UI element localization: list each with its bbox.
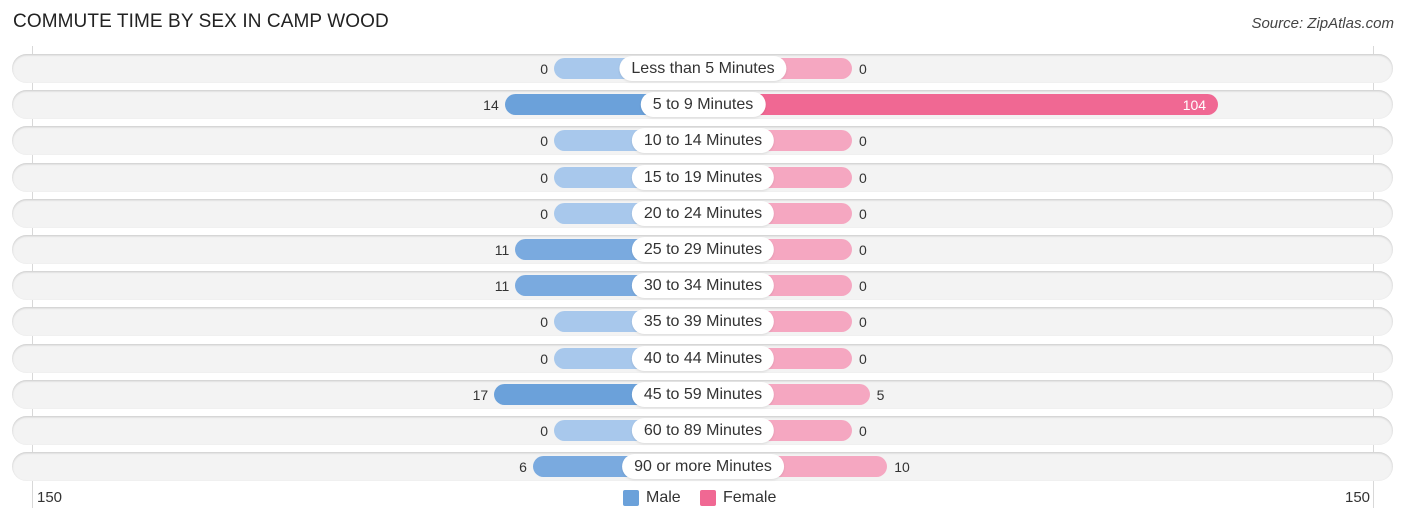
- category-label: Less than 5 Minutes: [619, 56, 787, 81]
- category-label: 20 to 24 Minutes: [631, 200, 775, 226]
- value-label-male: 0: [540, 169, 548, 186]
- category-label: 10 to 14 Minutes: [631, 128, 775, 154]
- value-label-male: 11: [494, 242, 510, 258]
- legend-label-female: Female: [723, 489, 777, 506]
- legend-male[interactable]: Male: [623, 489, 681, 507]
- category-label: 45 to 59 Minutes: [631, 381, 775, 407]
- axis-label-left: 150: [37, 489, 63, 506]
- category-label: 90 or more Minutes: [622, 454, 784, 480]
- value-label-female: 0: [859, 133, 867, 150]
- value-label-male: 0: [540, 423, 548, 439]
- value-label-female: 0: [859, 278, 867, 295]
- category-label: 25 to 29 Minutes: [631, 237, 775, 262]
- value-label-female: 10: [894, 459, 910, 476]
- legend-female[interactable]: Female: [700, 489, 776, 507]
- source-label: Source: ZipAtlas.com: [1251, 15, 1394, 32]
- category-label: 35 to 39 Minutes: [631, 309, 775, 335]
- bar-female[interactable]: [703, 94, 1219, 116]
- value-label-male: 6: [519, 459, 527, 476]
- value-label-male: 0: [540, 133, 548, 150]
- value-label-male: 11: [494, 278, 510, 295]
- value-label-female: 0: [859, 350, 867, 367]
- value-label-female: 0: [859, 423, 867, 439]
- value-label-female: 0: [859, 169, 867, 186]
- category-label: 15 to 19 Minutes: [631, 164, 775, 190]
- legend-swatch-female: [700, 490, 716, 506]
- category-label: 30 to 34 Minutes: [631, 273, 775, 299]
- chart-title: COMMUTE TIME BY SEX IN CAMP WOOD: [13, 11, 389, 32]
- category-label: 5 to 9 Minutes: [640, 92, 766, 118]
- legend-label-male: Male: [646, 489, 681, 506]
- value-label-male: 14: [483, 97, 499, 114]
- legend-swatch-male: [623, 490, 639, 506]
- value-label-female: 5: [876, 386, 885, 403]
- axis-label-right: 150: [1345, 489, 1371, 506]
- value-label-male: 0: [540, 314, 548, 331]
- category-label: 40 to 44 Minutes: [631, 345, 775, 371]
- value-label-male: 0: [540, 205, 548, 222]
- value-label-female: 104: [1182, 97, 1207, 114]
- value-label-male: 17: [472, 386, 489, 403]
- value-label-female: 0: [859, 205, 867, 222]
- value-label-female: 0: [859, 314, 867, 331]
- value-label-female: 0: [859, 242, 867, 258]
- value-label-male: 0: [540, 61, 548, 77]
- value-label-female: 0: [859, 61, 867, 77]
- value-label-male: 0: [540, 350, 548, 367]
- category-label: 60 to 89 Minutes: [631, 418, 775, 443]
